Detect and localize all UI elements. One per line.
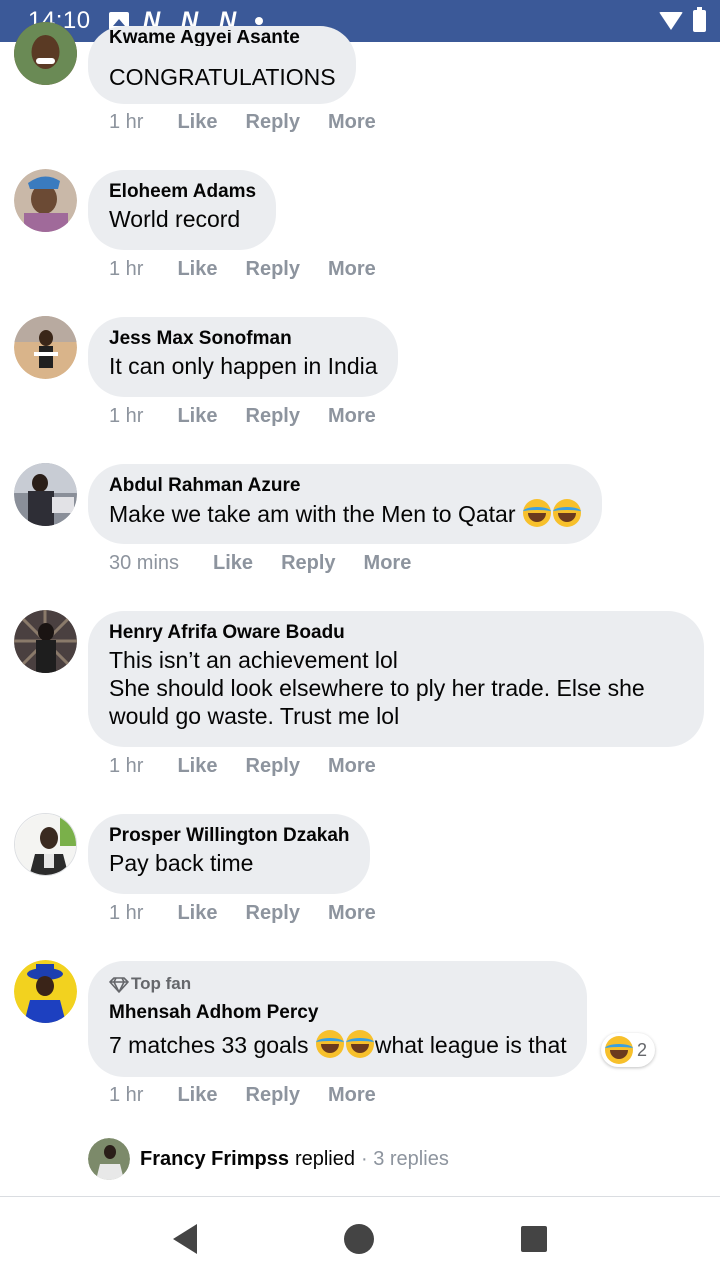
more-button[interactable]: More xyxy=(328,258,376,281)
laughing-tears-emoji-icon xyxy=(345,1030,374,1058)
more-button[interactable]: More xyxy=(328,755,376,778)
comment-author[interactable]: Kwame Agyei Asante xyxy=(109,30,336,46)
like-button[interactable]: Like xyxy=(177,902,217,925)
comment-author[interactable]: Mhensah Adhom Percy xyxy=(109,1000,567,1026)
comment-time[interactable]: 1 hr xyxy=(109,111,143,134)
reply-button[interactable]: Reply xyxy=(246,902,300,925)
comment-text-content: what league is that xyxy=(374,1032,567,1058)
back-icon[interactable] xyxy=(173,1223,198,1254)
comment-text-line: would go waste. Trust me lol xyxy=(109,703,400,729)
comment-actions: 1 hr Like Reply More xyxy=(109,405,404,428)
like-button[interactable]: Like xyxy=(213,552,253,575)
comment-bubble[interactable]: Prosper Willington Dzakah Pay back time xyxy=(88,814,370,894)
android-nav-bar xyxy=(0,1196,720,1280)
recent-apps-icon[interactable] xyxy=(520,1225,547,1252)
battery-icon xyxy=(693,7,706,32)
more-notifications-dot-icon xyxy=(254,17,263,25)
comment-time[interactable]: 30 mins xyxy=(109,552,179,575)
laughing-tears-emoji-icon xyxy=(315,1030,344,1058)
top-fan-badge[interactable]: Top fan xyxy=(109,972,567,996)
comment-actions: 1 hr Like Reply More xyxy=(109,111,404,134)
reply-button[interactable]: Reply xyxy=(246,755,300,778)
reply-button[interactable]: Reply xyxy=(281,552,335,575)
laughing-tears-emoji-icon xyxy=(552,499,581,527)
reply-author: Francy Frimpss xyxy=(140,1147,289,1170)
home-icon[interactable] xyxy=(343,1223,374,1254)
comment-time[interactable]: 1 hr xyxy=(109,755,143,778)
comment-text: CONGRATULATIONS xyxy=(109,64,336,90)
more-button[interactable]: More xyxy=(328,902,376,925)
reaction-count: 2 xyxy=(637,1039,648,1060)
reply-button[interactable]: Reply xyxy=(246,405,300,428)
reaction-badge[interactable]: 2 xyxy=(601,1033,656,1067)
haha-reaction-icon xyxy=(605,1036,633,1064)
comment-bubble[interactable]: Henry Afrifa Oware Boadu This isn’t an a… xyxy=(88,611,704,747)
more-button[interactable]: More xyxy=(364,552,412,575)
diamond-icon xyxy=(109,977,129,993)
reply-button[interactable]: Reply xyxy=(246,1084,300,1107)
like-button[interactable]: Like xyxy=(177,405,217,428)
like-button[interactable]: Like xyxy=(177,1084,217,1107)
comment-bubble[interactable]: Kwame Agyei Asante CONGRATULATIONS xyxy=(88,26,356,104)
comment-text: It can only happen in India xyxy=(109,353,378,379)
comment-text-content: 7 matches 33 goals xyxy=(109,1032,315,1058)
comment-author[interactable]: Henry Afrifa Oware Boadu xyxy=(109,620,684,646)
reply-count: · 3 replies xyxy=(361,1147,449,1170)
comment-bubble[interactable]: Abdul Rahman Azure Make we take am with … xyxy=(88,464,602,544)
comment-author[interactable]: Abdul Rahman Azure xyxy=(109,473,582,499)
comment-bubble[interactable]: Eloheem Adams World record xyxy=(88,170,277,250)
reply-button[interactable]: Reply xyxy=(246,258,300,281)
comment-actions: 1 hr Like Reply More xyxy=(109,902,404,925)
comment-time[interactable]: 1 hr xyxy=(109,405,143,428)
avatar[interactable] xyxy=(14,22,77,85)
comment-text: World record xyxy=(109,206,241,232)
reply-verb: replied xyxy=(294,1147,355,1170)
reply-avatar xyxy=(88,1138,130,1180)
avatar[interactable] xyxy=(14,463,77,526)
comment-text-line: This isn’t an achievement lol xyxy=(109,647,398,673)
avatar[interactable] xyxy=(14,960,77,1023)
comment-time[interactable]: 1 hr xyxy=(109,258,143,281)
more-button[interactable]: More xyxy=(328,111,376,134)
avatar[interactable] xyxy=(14,813,77,876)
avatar[interactable] xyxy=(14,169,77,232)
comment-author[interactable]: Jess Max Sonofman xyxy=(109,326,378,352)
more-button[interactable]: More xyxy=(328,1084,376,1107)
avatar[interactable] xyxy=(14,610,77,673)
comment-text-content: Make we take am with the Men to Qatar xyxy=(109,501,516,527)
comment-author[interactable]: Prosper Willington Dzakah xyxy=(109,823,350,849)
top-fan-label: Top fan xyxy=(131,974,192,993)
avatar[interactable] xyxy=(14,316,77,379)
comment-actions: 30 mins Like Reply More xyxy=(109,552,439,575)
comment-text: Pay back time xyxy=(109,850,254,876)
like-button[interactable]: Like xyxy=(177,258,217,281)
reply-button[interactable]: Reply xyxy=(246,111,300,134)
comment-time[interactable]: 1 hr xyxy=(109,1084,143,1107)
view-replies-link[interactable]: Francy Frimpss replied · 3 replies xyxy=(88,1138,449,1180)
comment-text: 7 matches 33 goals what league is that xyxy=(109,1030,567,1059)
like-button[interactable]: Like xyxy=(177,111,217,134)
like-button[interactable]: Like xyxy=(177,755,217,778)
comment-actions: 1 hr Like Reply More xyxy=(109,1084,404,1107)
comment-time[interactable]: 1 hr xyxy=(109,902,143,925)
comment-actions: 1 hr Like Reply More xyxy=(109,258,404,281)
laughing-tears-emoji-icon xyxy=(522,499,551,527)
comment-text: Make we take am with the Men to Qatar xyxy=(109,499,582,528)
more-button[interactable]: More xyxy=(328,405,376,428)
comment-actions: 1 hr Like Reply More xyxy=(109,755,404,778)
comment-bubble[interactable]: Top fan Mhensah Adhom Percy 7 matches 33… xyxy=(88,961,587,1077)
wifi-icon xyxy=(659,12,683,30)
comment-author[interactable]: Eloheem Adams xyxy=(109,179,256,205)
comment-text-line: She should look elsewhere to ply her tra… xyxy=(109,675,645,701)
comment-bubble[interactable]: Jess Max Sonofman It can only happen in … xyxy=(88,317,398,397)
